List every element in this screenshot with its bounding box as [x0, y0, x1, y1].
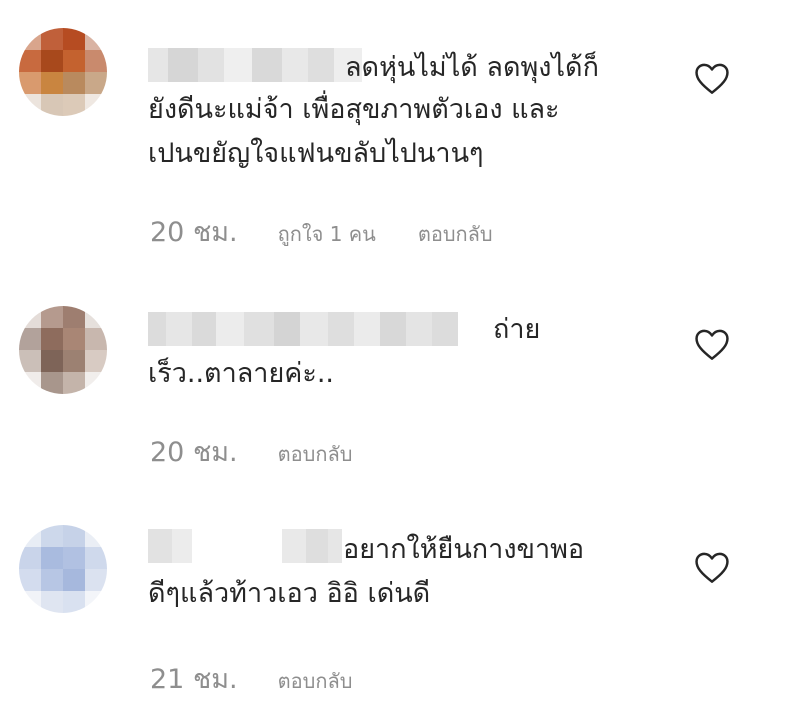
reply-button[interactable]: ตอบกลับ: [418, 218, 493, 250]
avatar[interactable]: [19, 306, 107, 394]
comment-meta: 21 ชม. ตอบกลับ: [150, 657, 352, 700]
username-redacted[interactable]: [148, 529, 342, 563]
heart-outline-icon[interactable]: [693, 61, 731, 95]
comment-text-line: ยังดีนะแม่จ้า เพื่อสุขภาพตัวเอง และ: [148, 94, 560, 125]
avatar[interactable]: [19, 28, 107, 116]
heart-outline-icon[interactable]: [693, 550, 731, 584]
timestamp: 20 ชม.: [150, 217, 238, 248]
comment-meta: 20 ชม. ตอบกลับ: [150, 430, 352, 473]
comment-text-line: ลดหุ่นไม่ได้ ลดพุงได้ก็: [345, 52, 599, 83]
username-redacted[interactable]: [148, 312, 458, 346]
timestamp: 21 ชม.: [150, 664, 238, 695]
comment-text-line: อยากให้ยืนกางขาพอ: [343, 534, 585, 565]
avatar[interactable]: [19, 525, 107, 613]
comment-text-line: เปนขยัญใจแฟนขลับไปนานๆ: [148, 138, 484, 169]
timestamp: 20 ชม.: [150, 437, 238, 468]
username-redacted[interactable]: [148, 48, 362, 82]
comment-text-line: เร็ว..ตาลายค่ะ..: [148, 358, 335, 389]
comment-meta: 20 ชม. ถูกใจ 1 คน ตอบกลับ: [150, 210, 493, 253]
comment-text-line: ดีๆแล้วท้าวเอว อิอิ เด่นดี: [148, 578, 431, 609]
comment-text-line: ถ่าย: [493, 314, 541, 345]
reply-button[interactable]: ตอบกลับ: [278, 438, 353, 470]
likes-count-button[interactable]: ถูกใจ 1 คน: [278, 218, 376, 250]
reply-button[interactable]: ตอบกลับ: [278, 665, 353, 697]
heart-outline-icon[interactable]: [693, 327, 731, 361]
